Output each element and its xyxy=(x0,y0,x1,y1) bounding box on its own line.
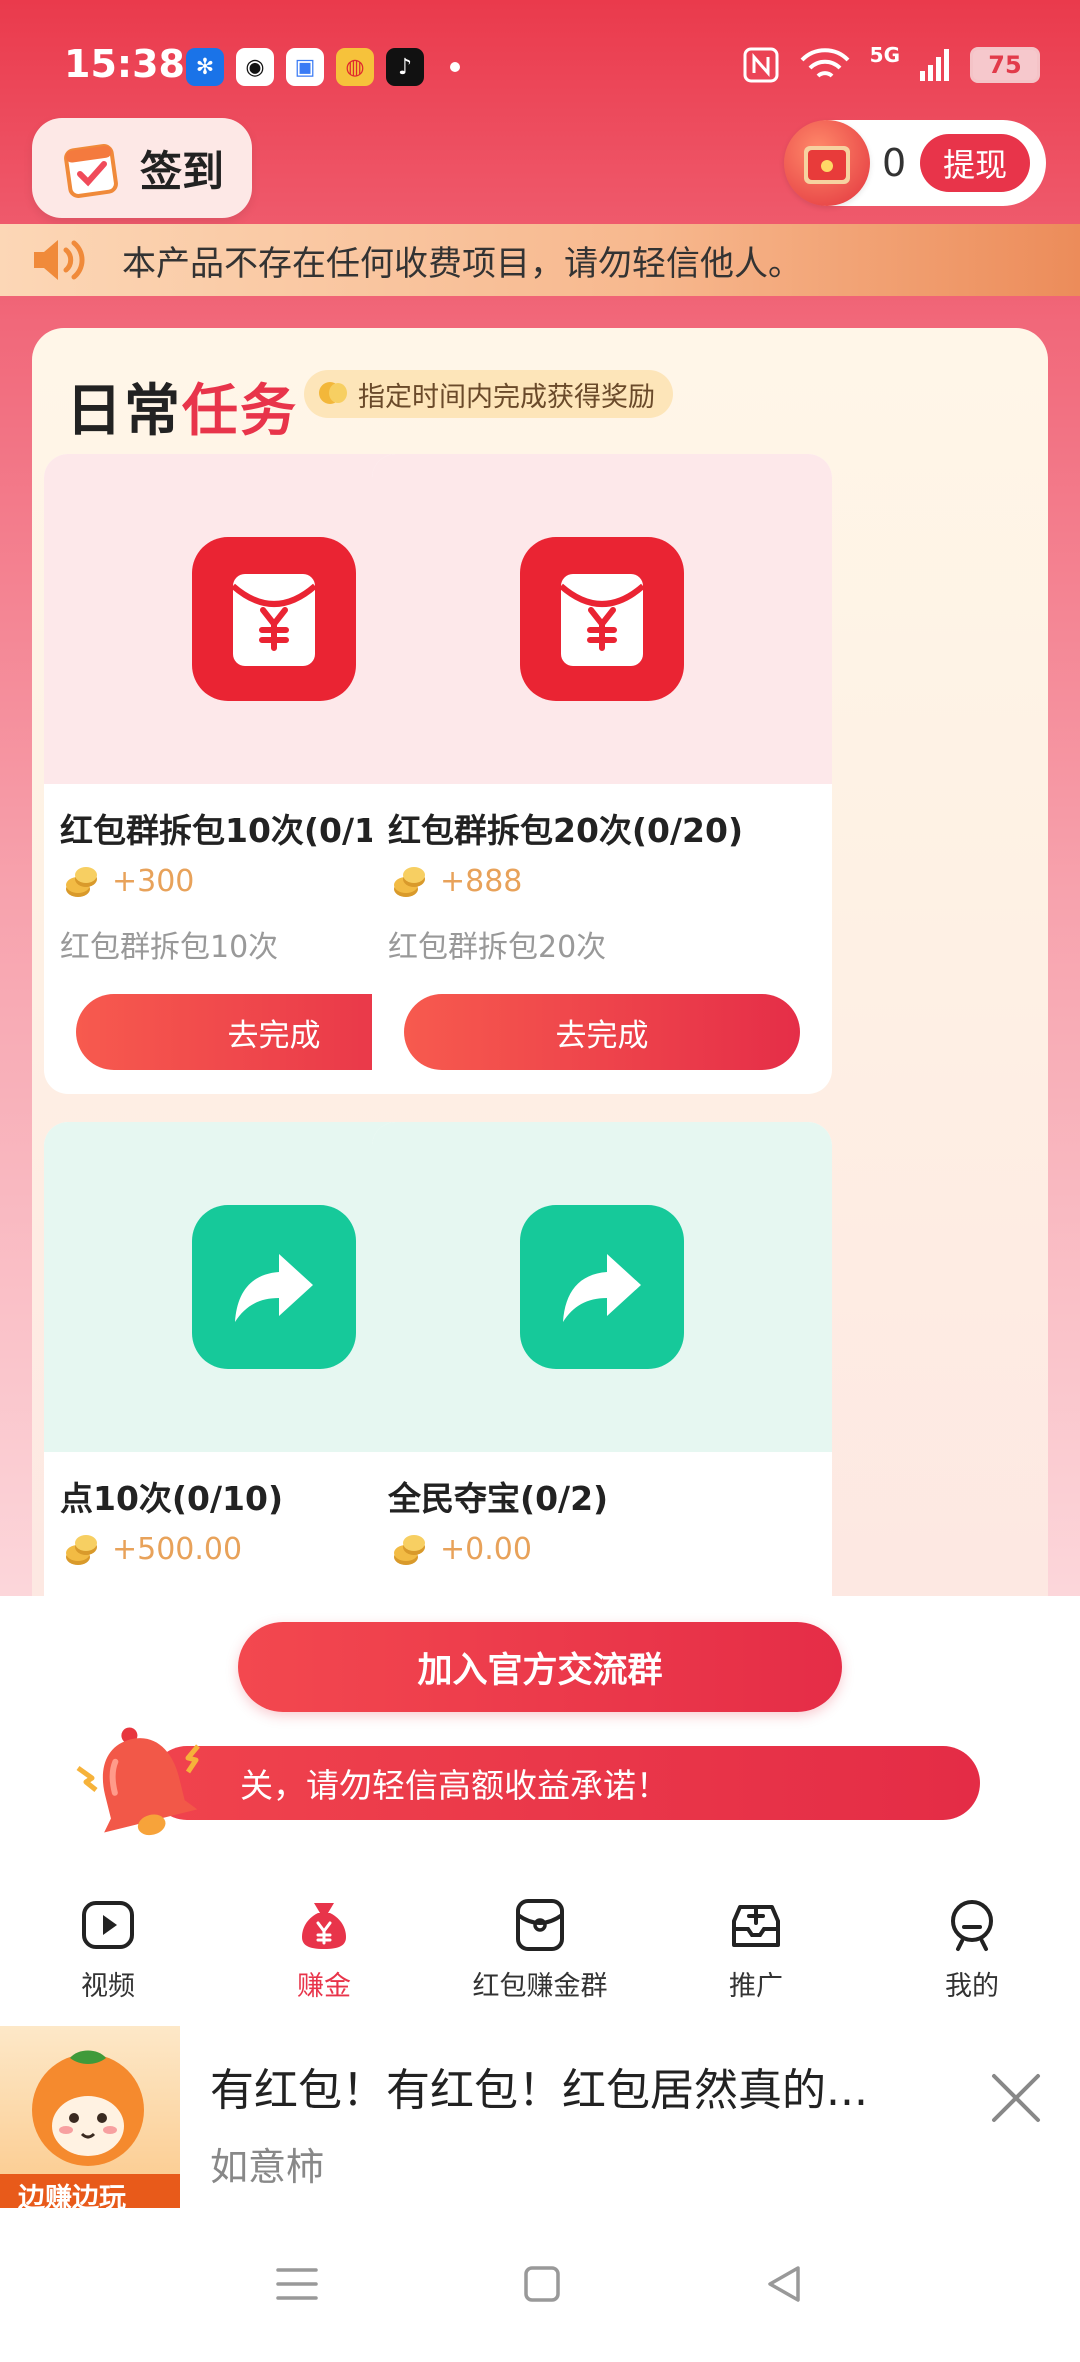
nav-label: 视频 xyxy=(81,1971,135,2002)
notice-bar: 本产品不存在任何收费项目，请勿轻信他人。 xyxy=(0,224,1080,296)
signal-icon xyxy=(920,49,949,81)
fan-app-icon: ✻ xyxy=(186,48,224,86)
coin-stack-icon xyxy=(394,866,425,897)
nav-item-profile[interactable]: 我的 xyxy=(864,1896,1080,2016)
marquee-text: 关，请勿轻信高额收益承诺！ xyxy=(240,1766,669,1805)
ad-title: 有红包！有红包！红包居然真的... xyxy=(210,2065,868,2116)
money-bag-icon xyxy=(295,1896,353,1954)
red-envelope-wallet-icon xyxy=(784,120,870,206)
task-reward: +300 xyxy=(64,864,194,899)
ad-thumbnail: 边赚边玩 xyxy=(0,2026,180,2208)
task-complete-button[interactable]: 去完成 xyxy=(404,994,800,1070)
share-icon xyxy=(520,1205,684,1369)
back-icon[interactable] xyxy=(762,2262,806,2306)
task-reward-value: +500.00 xyxy=(112,1532,243,1567)
more-notifications-dot xyxy=(450,62,460,72)
daily-tasks-panel: 日常任务 指定时间内完成获得奖励 红包群拆包10次(0/10) +300 红包群… xyxy=(32,328,1048,1728)
wifi-icon xyxy=(800,48,850,78)
task-card-banner xyxy=(372,454,832,784)
panel-subtitle: 指定时间内完成获得奖励 xyxy=(358,381,655,413)
task-reward: +0.00 xyxy=(392,1532,532,1567)
red-envelope-icon xyxy=(520,537,684,701)
task-desc: 红包群拆包10次 xyxy=(60,930,279,965)
signin-label: 签到 xyxy=(140,146,225,196)
ad-thumb-caption: 边赚边玩 xyxy=(18,2183,126,2208)
coin-icon xyxy=(319,382,347,404)
nfc-icon xyxy=(743,47,779,83)
panel-title: 日常任务 xyxy=(66,366,298,447)
bottom-nav: 视频 赚金 红包赚金群 推广 我的 xyxy=(0,1896,1080,2016)
ad-source: 如意柿 xyxy=(210,2145,325,2189)
share-icon xyxy=(192,1205,356,1369)
home-icon[interactable] xyxy=(520,2262,564,2306)
status-bar: 15:38 ✻ ◉ ▣ ◍ ♪ 5G 75 xyxy=(0,0,1080,110)
nav-label: 推广 xyxy=(729,1971,783,2002)
battery-icon: 75 xyxy=(970,47,1040,83)
panel-title-part1: 日常 xyxy=(66,379,182,444)
profile-icon xyxy=(943,1896,1001,1954)
weibo-icon: ◍ xyxy=(336,48,374,86)
warning-marquee: 关，请勿轻信高额收益承诺！ xyxy=(150,1746,980,1820)
tiktok-icon: ♪ xyxy=(386,48,424,86)
system-nav-bar xyxy=(0,2250,1080,2330)
coin-stack-icon xyxy=(394,1534,425,1565)
status-time: 15:38 xyxy=(64,42,185,86)
qq-icon: ◉ xyxy=(236,48,274,86)
coin-stack-icon xyxy=(66,866,97,897)
nav-label: 红包赚金群 xyxy=(472,1971,608,2002)
task-title: 点10次(0/10) xyxy=(60,1479,284,1518)
task-reward-value: +888 xyxy=(440,864,523,899)
calendar-check-icon xyxy=(64,138,122,198)
task-card-banner xyxy=(372,1122,832,1452)
nav-item-promote[interactable]: 推广 xyxy=(648,1896,864,2016)
bell-icon xyxy=(72,1716,212,1852)
video-play-icon xyxy=(79,1896,137,1954)
join-group-button[interactable]: 加入官方交流群 xyxy=(238,1622,842,1712)
close-icon[interactable] xyxy=(988,2070,1044,2126)
panel-title-part2: 任务 xyxy=(182,379,298,444)
notice-text: 本产品不存在任何收费项目，请勿轻信他人。 xyxy=(122,243,802,284)
status-right: 5G 75 xyxy=(742,43,1040,84)
task-title: 全民夺宝(0/2) xyxy=(388,1479,609,1518)
task-reward-value: +300 xyxy=(112,864,195,899)
task-reward-value: +0.00 xyxy=(440,1532,532,1567)
nav-label: 我的 xyxy=(945,1971,999,2002)
promote-icon xyxy=(727,1896,785,1954)
task-reward: +500.00 xyxy=(64,1532,242,1567)
network-type: 5G xyxy=(869,43,900,67)
nav-item-redpacket-group[interactable]: 红包赚金群 xyxy=(432,1896,648,2016)
task-desc: 红包群拆包20次 xyxy=(388,930,607,965)
wallet-pill[interactable]: 0 提现 xyxy=(784,120,1046,206)
red-envelope-group-icon xyxy=(511,1896,569,1954)
signin-button[interactable]: 签到 xyxy=(32,118,252,218)
withdraw-button[interactable]: 提现 xyxy=(920,134,1031,192)
coin-stack-icon xyxy=(66,1534,97,1565)
wallet-count: 0 xyxy=(882,141,907,185)
menu-icon[interactable] xyxy=(272,2262,322,2306)
panel-subtitle-badge: 指定时间内完成获得奖励 xyxy=(304,370,673,418)
nav-label: 赚金 xyxy=(297,1971,351,2002)
task-card: 红包群拆包20次(0/20) +888 红包群拆包20次 去完成 xyxy=(372,454,832,1094)
task-title: 红包群拆包10次(0/10) xyxy=(60,811,416,850)
nav-item-earn[interactable]: 赚金 xyxy=(216,1896,432,2016)
red-envelope-icon xyxy=(192,537,356,701)
task-reward: +888 xyxy=(392,864,522,899)
message-app-icon: ▣ xyxy=(286,48,324,86)
task-title: 红包群拆包20次(0/20) xyxy=(388,811,744,850)
ad-banner[interactable]: 边赚边玩 有红包！有红包！红包居然真的... 如意柿 xyxy=(0,2026,1080,2216)
status-app-icons: ✻ ◉ ▣ ◍ ♪ xyxy=(186,48,460,86)
nav-item-video[interactable]: 视频 xyxy=(0,1896,216,2016)
speaker-icon xyxy=(30,235,90,285)
